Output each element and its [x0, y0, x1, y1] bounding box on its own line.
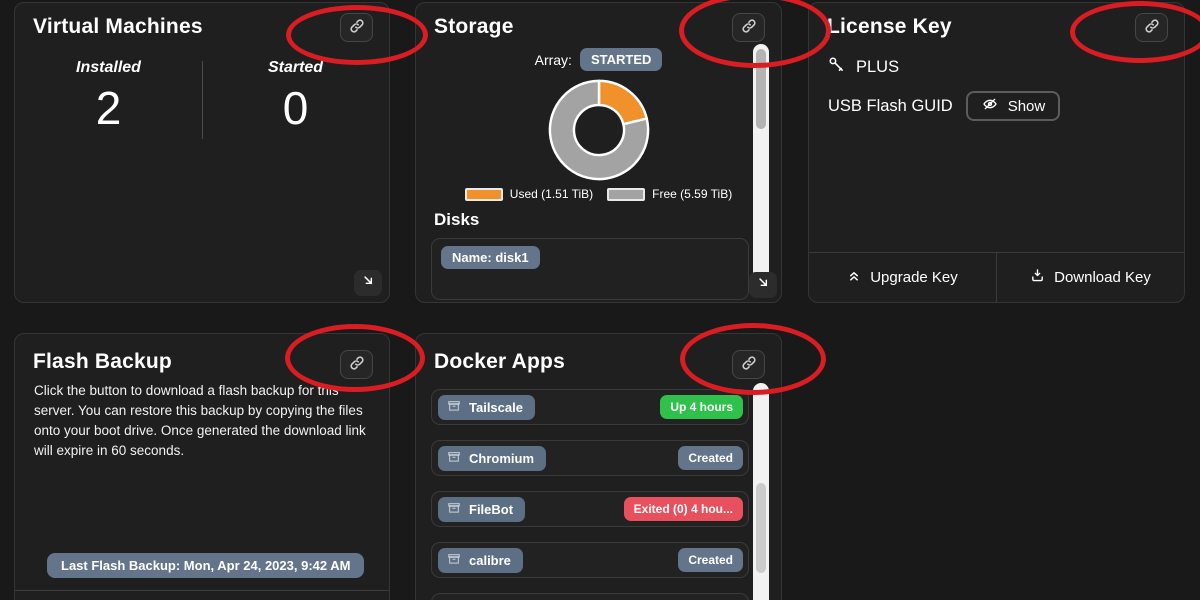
- status-badge: Up 4 hours: [660, 395, 743, 419]
- last-flash-backup-badge: Last Flash Backup: Mon, Apr 24, 2023, 9:…: [47, 553, 364, 578]
- guid-label: USB Flash GUID: [828, 97, 953, 116]
- status-badge: Created: [678, 548, 743, 572]
- vm-resize-handle[interactable]: [354, 270, 382, 296]
- array-status-badge: STARTED: [580, 48, 662, 71]
- docker-app-name: FileBot: [469, 502, 513, 517]
- donut-legend: Used (1.51 TiB) Free (5.59 TiB): [416, 187, 781, 201]
- docker-app-name: calibre: [469, 553, 511, 568]
- docker-app-list: Tailscale Up 4 hours Chromium Created: [431, 389, 749, 600]
- list-item: Tailscale Up 4 hours: [431, 389, 749, 425]
- virtual-machines-card: Virtual Machines Installed 2 Started 0: [14, 2, 390, 303]
- docker-app-tailscale[interactable]: Tailscale: [438, 395, 535, 420]
- legend-free-label: Free (5.59 TiB): [652, 187, 732, 201]
- status-badge: Created: [678, 446, 743, 470]
- link-icon: [741, 355, 757, 374]
- box-icon: [447, 399, 461, 416]
- show-guid-button[interactable]: Show: [966, 91, 1061, 121]
- vm-installed-stat: Installed 2: [15, 59, 202, 135]
- legend-item-free: Free (5.59 TiB): [607, 187, 732, 201]
- docker-scrollbar[interactable]: [753, 383, 769, 600]
- vm-started-value: 0: [202, 81, 389, 135]
- arrow-down-right-icon: [756, 275, 771, 295]
- legend-item-used: Used (1.51 TiB): [465, 187, 593, 201]
- link-icon: [1144, 18, 1160, 37]
- flash-footer-divider: [15, 590, 389, 591]
- vm-stats: Installed 2 Started 0: [15, 59, 389, 135]
- storage-card: Storage Array: STARTED Used (1.51 TiB): [415, 2, 782, 303]
- angles-up-icon: [847, 269, 861, 287]
- vm-started-stat: Started 0: [202, 59, 389, 135]
- storage-scrollbar[interactable]: [753, 44, 769, 294]
- legend-used-label: Used (1.51 TiB): [510, 187, 593, 201]
- box-icon: [447, 450, 461, 467]
- docker-app-chromium[interactable]: Chromium: [438, 446, 546, 471]
- box-icon: [447, 501, 461, 518]
- box-icon: [447, 552, 461, 569]
- docker-apps-card: Docker Apps Tailscale U: [415, 333, 782, 600]
- upgrade-key-button[interactable]: Upgrade Key: [809, 253, 996, 302]
- flash-link-button[interactable]: [340, 350, 373, 379]
- key-icon: [828, 56, 845, 78]
- download-key-label: Download Key: [1054, 269, 1151, 286]
- array-label: Array:: [535, 52, 572, 68]
- link-icon: [349, 355, 365, 374]
- docker-app-filebot[interactable]: FileBot: [438, 497, 525, 522]
- vm-stats-divider: [202, 61, 203, 139]
- download-icon: [1030, 268, 1045, 287]
- license-plan-line: PLUS: [828, 56, 1184, 78]
- link-icon: [741, 18, 757, 37]
- vm-started-label: Started: [202, 59, 389, 77]
- list-item: FileBot Exited (0) 4 hou...: [431, 491, 749, 527]
- storage-title: Storage: [416, 3, 781, 39]
- flash-backup-card: Flash Backup Click the button to downloa…: [14, 333, 390, 600]
- flash-backup-title: Flash Backup: [15, 334, 389, 374]
- guid-line: USB Flash GUID Show: [828, 91, 1184, 121]
- vm-installed-label: Installed: [15, 59, 202, 77]
- list-item-partial: [431, 593, 749, 600]
- storage-resize-handle[interactable]: [749, 272, 777, 298]
- docker-scrollbar-thumb[interactable]: [756, 483, 766, 573]
- license-footer: Upgrade Key Download Key: [809, 252, 1184, 302]
- array-status-line: Array: STARTED: [416, 48, 781, 71]
- disks-heading: Disks: [434, 210, 781, 230]
- vm-link-button[interactable]: [340, 13, 373, 42]
- license-key-title: License Key: [809, 3, 1184, 39]
- storage-scrollbar-thumb[interactable]: [756, 49, 766, 129]
- docker-link-button[interactable]: [732, 350, 765, 379]
- virtual-machines-title: Virtual Machines: [15, 3, 389, 39]
- status-badge: Exited (0) 4 hou...: [624, 497, 743, 521]
- disk-name-badge: Name: disk1: [441, 246, 540, 269]
- storage-link-button[interactable]: [732, 13, 765, 42]
- docker-apps-title: Docker Apps: [416, 334, 781, 374]
- disk-row: Name: disk1: [431, 238, 749, 300]
- show-guid-label: Show: [1008, 98, 1046, 115]
- arrow-down-right-icon: [361, 273, 376, 293]
- storage-donut-chart: [545, 76, 653, 184]
- license-link-button[interactable]: [1135, 13, 1168, 42]
- docker-app-name: Chromium: [469, 451, 534, 466]
- license-plan: PLUS: [856, 58, 899, 77]
- legend-free-swatch: [607, 188, 645, 201]
- list-item: Chromium Created: [431, 440, 749, 476]
- donut-used-slice: [599, 81, 647, 124]
- eye-slash-icon: [981, 96, 999, 116]
- download-key-button[interactable]: Download Key: [996, 253, 1184, 302]
- legend-used-swatch: [465, 188, 503, 201]
- upgrade-key-label: Upgrade Key: [870, 269, 958, 286]
- docker-app-name: Tailscale: [469, 400, 523, 415]
- list-item: calibre Created: [431, 542, 749, 578]
- link-icon: [349, 18, 365, 37]
- vm-installed-value: 2: [15, 81, 202, 135]
- license-key-card: License Key PLUS USB Flash GUID: [808, 2, 1185, 303]
- dashboard: Virtual Machines Installed 2 Started 0: [0, 0, 1200, 600]
- flash-backup-description: Click the button to download a flash bac…: [34, 381, 370, 461]
- docker-app-calibre[interactable]: calibre: [438, 548, 523, 573]
